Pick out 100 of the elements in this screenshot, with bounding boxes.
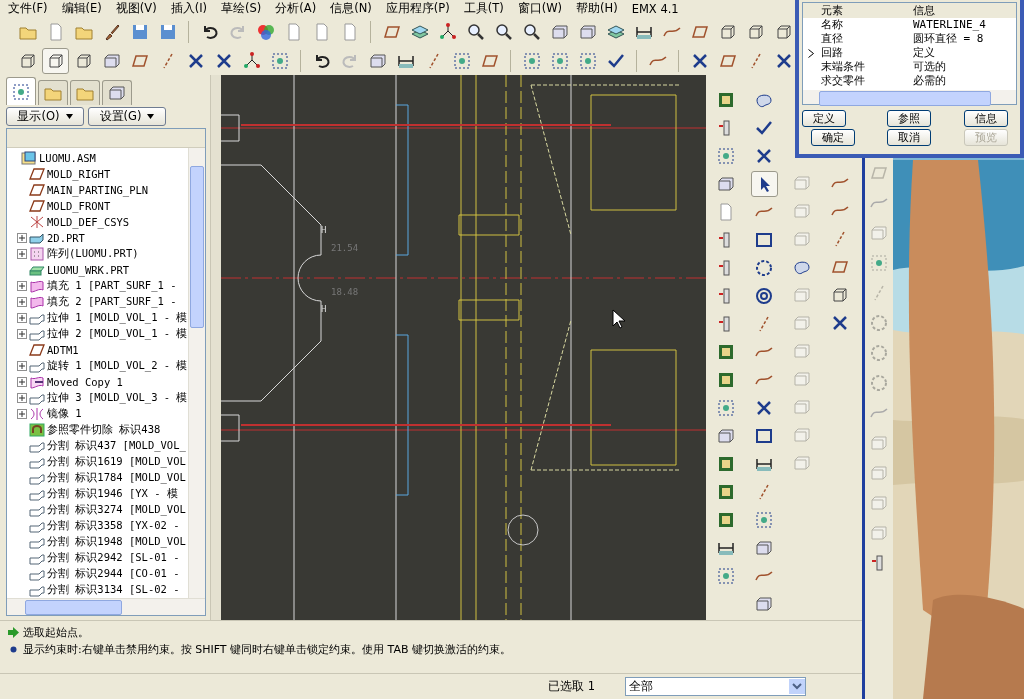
box-icon [869, 493, 889, 513]
dialog-button[interactable]: 取消 [887, 129, 932, 146]
tree-item[interactable]: 分割 标识3358 [YX-02 - [47, 519, 180, 534]
grid-icon [577, 50, 598, 71]
tree-item[interactable]: 参照零件切除 标识438 [47, 423, 161, 438]
box-icon [869, 463, 889, 483]
tree-item[interactable]: 填充 2 [PART_SURF_1 - [47, 295, 177, 310]
table-cell: 定义 [913, 46, 935, 60]
menu-item[interactable]: 编辑(E) [61, 1, 102, 17]
expand-toggle[interactable] [17, 361, 27, 372]
plane-icon [29, 199, 45, 214]
tree-item[interactable]: 分割 标识1784 [MOLD_VOL [47, 471, 186, 486]
column-header: 元素 [821, 3, 843, 18]
menu-item[interactable]: 信息(N) [330, 1, 372, 17]
expand-toggle[interactable] [17, 249, 27, 260]
tree-item[interactable]: 镜像 1 [47, 407, 82, 422]
tree-item[interactable]: 分割 标识437 [MOLD_VOL_ [47, 439, 186, 454]
surface-icon [29, 295, 45, 310]
caret-icon [65, 114, 73, 120]
scrollbar[interactable] [7, 598, 205, 616]
tree-item[interactable]: 分割 标识3134 [SL-02 - [47, 583, 180, 598]
tree-item[interactable]: LUOMU_WRK.PRT [47, 264, 130, 277]
dialog-button[interactable]: 确定 [811, 129, 856, 146]
circle-icon [754, 258, 774, 279]
expand-toggle[interactable] [17, 233, 27, 244]
expand-toggle[interactable] [17, 313, 27, 324]
message-text: 选取起始点。 [23, 625, 89, 641]
tree-item[interactable]: 阵列(LUOMU.PRT) [47, 247, 139, 262]
dimension-label: 18.48 [331, 287, 359, 298]
table-cell: 求交零件 [821, 74, 865, 88]
dropdown-button[interactable]: 显示(O) [6, 107, 84, 127]
menu-item[interactable]: EMX 4.1 [631, 1, 679, 16]
expand-toggle[interactable] [17, 281, 27, 292]
volume-icon [29, 567, 45, 582]
scrollbar[interactable] [803, 90, 1016, 104]
dialog-button[interactable]: 信息 [963, 110, 1008, 127]
workpiece-icon [29, 263, 45, 278]
tree-item[interactable]: MAIN_PARTING_PLN [47, 184, 149, 197]
tree-item[interactable]: 旋转 1 [MOLD_VOL_2 - 模 [47, 359, 188, 374]
panel-tab[interactable] [102, 80, 132, 106]
volume-icon [29, 503, 45, 518]
graphics-canvas[interactable]: H 21.54 H 18.48 [221, 75, 706, 621]
dialog-button[interactable]: 参照 [887, 110, 932, 127]
dialog-button[interactable]: 定义 [802, 110, 846, 127]
grid-icon [716, 146, 736, 167]
expand-toggle[interactable] [17, 297, 27, 308]
menu-item[interactable]: 插入(I) [170, 1, 208, 17]
dimension-label: 21.54 [331, 243, 359, 254]
tree-item[interactable]: 分割 标识1946 [YX - 模 [47, 487, 178, 502]
tree-item[interactable]: 分割 标识2942 [SL-01 - [47, 551, 180, 566]
surface-icon [29, 279, 45, 294]
menu-item[interactable]: 文件(F) [8, 1, 48, 17]
tree-item[interactable]: MOLD_RIGHT [47, 168, 111, 181]
menu-item[interactable]: 应用程序(P) [385, 1, 450, 17]
menu-item[interactable]: 工具(T) [463, 1, 504, 17]
expand-toggle[interactable] [17, 409, 27, 420]
zoom-icon [521, 21, 542, 42]
tree-item[interactable]: 分割 标识1619 [MOLD_VOL [47, 455, 186, 470]
tree-item[interactable]: ADTM1 [47, 344, 79, 357]
tree-item[interactable]: 拉伸 3 [MOLD_VOL_3 - 模 [47, 391, 188, 406]
expand-toggle[interactable] [17, 377, 27, 388]
menu-item[interactable]: 帮助(H) [576, 1, 618, 17]
menu-item[interactable]: 分析(A) [275, 1, 317, 17]
panel-tab[interactable] [6, 77, 36, 106]
menu-item[interactable]: 草绘(S) [221, 1, 262, 17]
scrollbar[interactable] [188, 148, 205, 599]
coordinate-icon [29, 215, 45, 230]
dropdown-button[interactable]: 设置(G) [88, 107, 166, 127]
circle-icon [869, 313, 889, 333]
tree-item[interactable]: 分割 标识3274 [MOLD_VOL [47, 503, 186, 518]
menu-item[interactable]: 窗口(W) [517, 1, 563, 17]
caret-icon [147, 114, 155, 120]
tree-item[interactable]: 填充 1 [PART_SURF_1 - [47, 279, 177, 294]
circle-icon [869, 343, 889, 363]
expand-toggle[interactable] [17, 329, 27, 340]
toolbar-button[interactable] [750, 171, 778, 198]
grid-icon [754, 510, 774, 531]
volume-icon [29, 519, 45, 534]
expand-toggle[interactable] [17, 393, 27, 404]
table-cell: 可选的 [913, 60, 946, 74]
tree-item[interactable]: MOLD_DEF_CSYS [47, 216, 130, 229]
chevron-icon [808, 48, 814, 58]
grid-icon [869, 253, 889, 273]
tree-item[interactable]: 分割 标识2944 [CO-01 - [47, 567, 180, 582]
grid-icon [269, 50, 290, 71]
filter-dropdown[interactable]: 全部 [625, 676, 806, 696]
tree-item[interactable]: LUOMU.ASM [39, 152, 96, 165]
tree-item[interactable]: 分割 标识1948 [MOLD_VOL [47, 535, 186, 550]
zoom-icon [493, 21, 514, 42]
menu-item[interactable]: 视图(V) [115, 1, 157, 17]
panel-tab[interactable] [38, 80, 68, 106]
volume-icon [29, 455, 45, 470]
tree-item[interactable]: 拉伸 2 [MOLD_VOL_1 - 模 [47, 327, 188, 342]
tree-item[interactable]: MOLD_FRONT [47, 200, 111, 213]
tree-item[interactable]: 2D.PRT [47, 232, 85, 245]
grid-icon [451, 50, 472, 71]
panel-tab[interactable] [70, 80, 100, 106]
tree-item[interactable]: Moved Copy 1 [47, 376, 123, 389]
tree-item[interactable]: 拉伸 1 [MOLD_VOL_1 - 模 [47, 311, 188, 326]
cursor-icon [612, 309, 626, 329]
